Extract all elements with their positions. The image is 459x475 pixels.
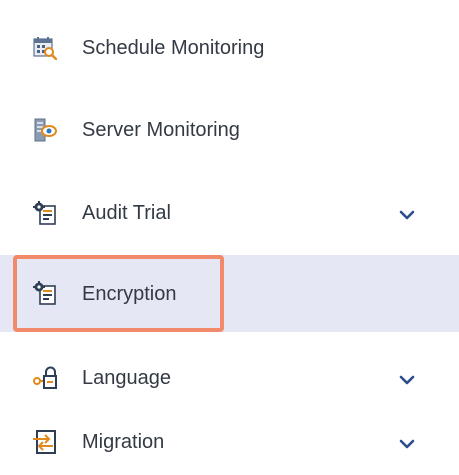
menu-item-language[interactable]: Language [0, 356, 459, 400]
menu-item-migration[interactable]: Migration [0, 420, 459, 464]
menu-item-schedule-monitoring[interactable]: Schedule Monitoring [0, 26, 459, 70]
document-gear-icon [33, 201, 57, 225]
calendar-search-icon [33, 36, 57, 60]
side-menu: Schedule Monitoring Server Monitoring Au… [0, 0, 459, 475]
menu-item-label: Encryption [82, 283, 177, 305]
chevron-down-icon[interactable] [399, 208, 415, 220]
migration-arrows-icon [33, 430, 57, 454]
key-lock-icon [33, 366, 57, 390]
menu-item-label: Language [82, 367, 171, 389]
menu-item-label: Audit Trial [82, 202, 171, 224]
chevron-down-icon[interactable] [399, 437, 415, 449]
menu-item-label: Schedule Monitoring [82, 37, 265, 59]
menu-item-encryption[interactable]: Encryption [0, 255, 459, 332]
menu-item-label: Server Monitoring [82, 119, 240, 141]
menu-item-label: Migration [82, 431, 165, 453]
menu-item-audit-trial[interactable]: Audit Trial [0, 191, 459, 235]
document-gear-icon [33, 281, 57, 305]
menu-item-server-monitoring[interactable]: Server Monitoring [0, 108, 459, 152]
chevron-down-icon[interactable] [399, 373, 415, 385]
server-eye-icon [33, 118, 57, 142]
